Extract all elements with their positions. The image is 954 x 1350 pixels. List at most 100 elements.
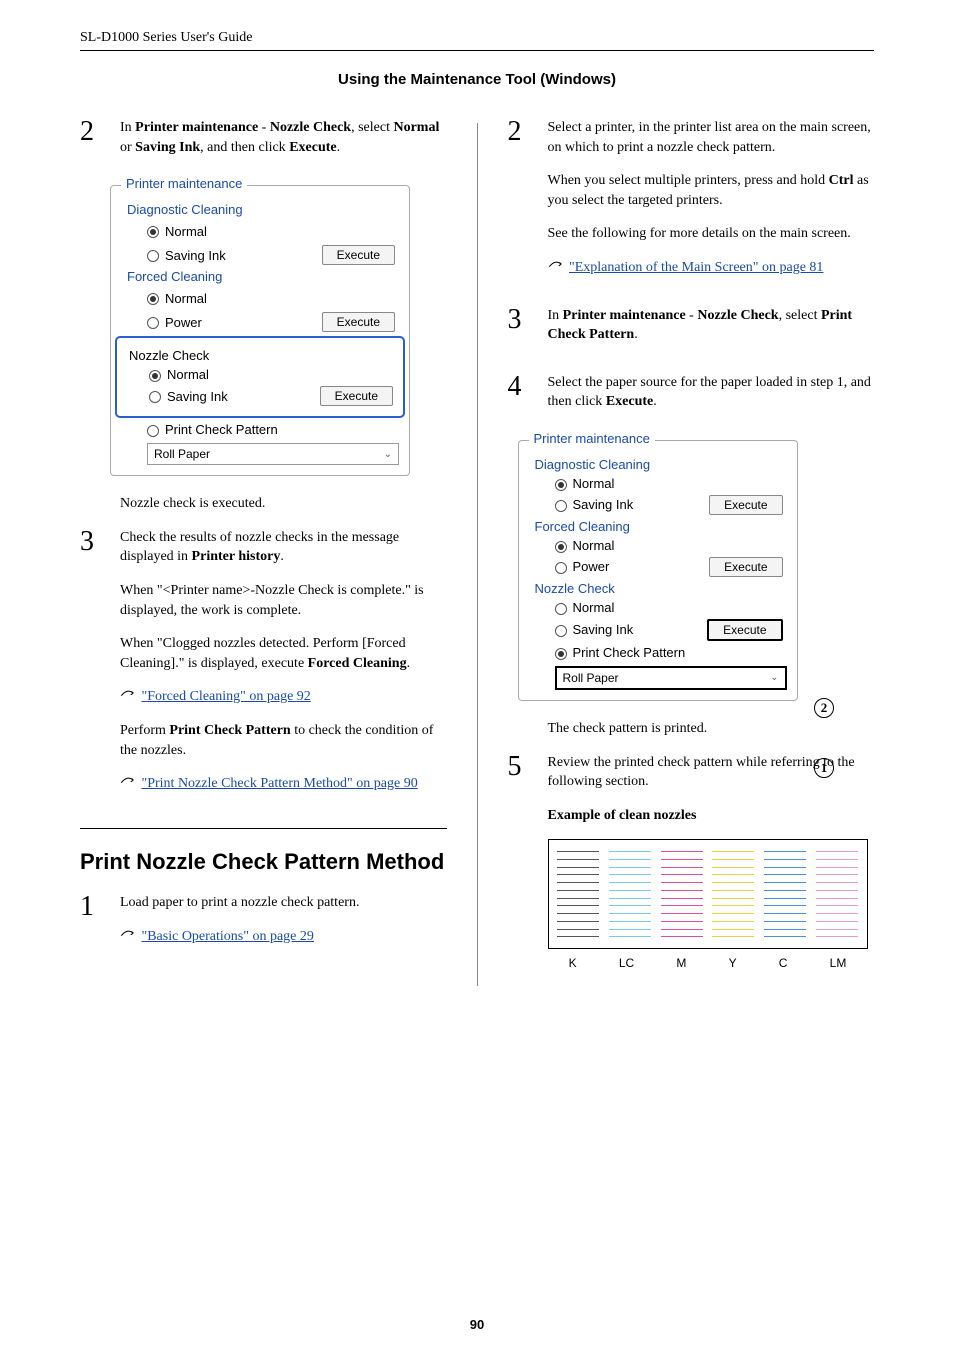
diag-execute-button[interactable]: Execute: [709, 495, 782, 515]
left-step-1-number: 1: [80, 893, 120, 960]
radio-icon: [147, 226, 159, 238]
page-number: 90: [0, 1317, 954, 1332]
diag-execute-button[interactable]: Execute: [322, 245, 395, 265]
forced-cleaning-label: Forced Cleaning: [529, 519, 787, 534]
pattern-printed-text: The check pattern is printed.: [548, 719, 875, 739]
t: Normal: [573, 600, 615, 615]
printer-maintenance-panel-2: Printer maintenance Diagnostic Cleaning …: [518, 440, 798, 701]
forced-normal-radio[interactable]: Normal: [121, 291, 359, 306]
radio-icon: [555, 500, 567, 512]
t: -: [686, 308, 698, 323]
nozzle-saving-radio[interactable]: Saving Ink: [529, 622, 708, 637]
radio-icon: [147, 425, 159, 437]
diagnostic-cleaning-label: Diagnostic Cleaning: [121, 202, 399, 217]
forced-cleaning-link[interactable]: "Forced Cleaning" on page 92: [142, 689, 311, 704]
right-step-4-text: Select the paper source for the paper lo…: [548, 373, 875, 426]
nozzle-check-label: Nozzle Check: [123, 348, 397, 363]
t: .: [337, 140, 341, 155]
forced-execute-button[interactable]: Execute: [709, 557, 782, 577]
nozzle-execute-button[interactable]: Execute: [320, 386, 393, 406]
nozzle-normal-radio[interactable]: Normal: [529, 600, 787, 615]
t: Saving Ink: [573, 497, 634, 512]
nozzle-execute-button[interactable]: Execute: [707, 619, 782, 641]
t: Normal: [165, 224, 207, 239]
radio-icon: [147, 250, 159, 262]
example-heading: Example of clean nozzles: [548, 808, 697, 823]
right-step-4-number: 4: [508, 373, 548, 426]
nozzle-labels: K LC M Y C LM: [548, 955, 868, 972]
t: Power: [573, 559, 610, 574]
t: Normal: [165, 291, 207, 306]
t: Ctrl: [829, 173, 854, 188]
diag-normal-radio[interactable]: Normal: [529, 476, 787, 491]
print-pattern-radio[interactable]: Print Check Pattern: [529, 645, 787, 660]
t: Normal: [573, 538, 615, 553]
radio-icon: [555, 603, 567, 615]
right-step-2-number: 2: [508, 118, 548, 292]
diag-saving-radio[interactable]: Saving Ink: [121, 248, 322, 263]
pointer-icon: [120, 927, 138, 947]
radio-icon: [555, 625, 567, 637]
panel-legend: Printer maintenance: [121, 176, 247, 191]
t: or: [120, 140, 135, 155]
separator: [80, 828, 447, 829]
forced-power-radio[interactable]: Power: [121, 315, 322, 330]
section-heading: Print Nozzle Check Pattern Method: [80, 849, 447, 875]
print-pattern-link[interactable]: "Print Nozzle Check Pattern Method" on p…: [142, 776, 418, 791]
print-pattern-radio[interactable]: Print Check Pattern: [121, 422, 399, 437]
label-c: C: [779, 955, 788, 972]
t: Perform: [120, 723, 169, 738]
left-step-2-number: 2: [80, 118, 120, 171]
right-step-3-number: 3: [508, 306, 548, 359]
t: Power: [165, 315, 202, 330]
label-m: M: [676, 955, 686, 972]
panel-legend: Printer maintenance: [529, 431, 655, 446]
t: Nozzle Check: [697, 308, 778, 323]
t: Saving Ink: [165, 248, 226, 263]
printer-maintenance-panel-1: Printer maintenance Diagnostic Cleaning …: [110, 185, 410, 476]
nozzle-check-label: Nozzle Check: [529, 581, 787, 596]
t: .: [407, 656, 411, 671]
t: .: [653, 394, 657, 409]
paper-source-select[interactable]: Roll Paper⌄: [555, 666, 787, 690]
radio-icon: [149, 391, 161, 403]
left-step-3-number: 3: [80, 528, 120, 808]
t: When you select multiple printers, press…: [548, 173, 829, 188]
forced-power-radio[interactable]: Power: [529, 559, 710, 574]
t: .: [634, 327, 638, 342]
pointer-icon: [548, 258, 566, 278]
t: Saving Ink: [135, 140, 200, 155]
forced-cleaning-label: Forced Cleaning: [121, 269, 399, 284]
paper-source-select[interactable]: Roll Paper⌄: [147, 443, 399, 465]
t: , and then click: [200, 140, 289, 155]
radio-icon: [555, 479, 567, 491]
t: Saving Ink: [167, 389, 228, 404]
radio-icon: [149, 370, 161, 382]
nozzle-saving-radio[interactable]: Saving Ink: [123, 389, 320, 404]
forced-execute-button[interactable]: Execute: [322, 312, 395, 332]
left-step-3-text: Check the results of nozzle checks in th…: [120, 528, 447, 808]
t: Printer maintenance: [135, 120, 258, 135]
t: In: [548, 308, 563, 323]
t: Execute: [606, 394, 653, 409]
t: -: [258, 120, 270, 135]
forced-normal-radio[interactable]: Normal: [529, 538, 787, 553]
radio-icon: [555, 562, 567, 574]
nozzle-normal-radio[interactable]: Normal: [123, 367, 397, 382]
nozzle-check-executed: Nozzle check is executed.: [120, 494, 447, 514]
main-screen-link[interactable]: "Explanation of the Main Screen" on page…: [569, 260, 823, 275]
basic-operations-link[interactable]: "Basic Operations" on page 29: [142, 929, 314, 944]
nozzle-pattern-chart: [548, 839, 868, 949]
callout-1: 1: [814, 758, 834, 778]
label-y: Y: [729, 955, 737, 972]
right-step-3-text: In Printer maintenance - Nozzle Check, s…: [548, 306, 875, 359]
nozzle-check-highlight: Nozzle Check Normal Saving Ink Execute: [115, 336, 405, 418]
t: Execute: [289, 140, 336, 155]
section-title: Using the Maintenance Tool (Windows): [80, 71, 874, 88]
diag-saving-radio[interactable]: Saving Ink: [529, 497, 710, 512]
radio-icon: [555, 541, 567, 553]
diag-normal-radio[interactable]: Normal: [121, 224, 359, 239]
t: Normal: [167, 367, 209, 382]
radio-icon: [147, 317, 159, 329]
column-divider: [477, 123, 478, 986]
